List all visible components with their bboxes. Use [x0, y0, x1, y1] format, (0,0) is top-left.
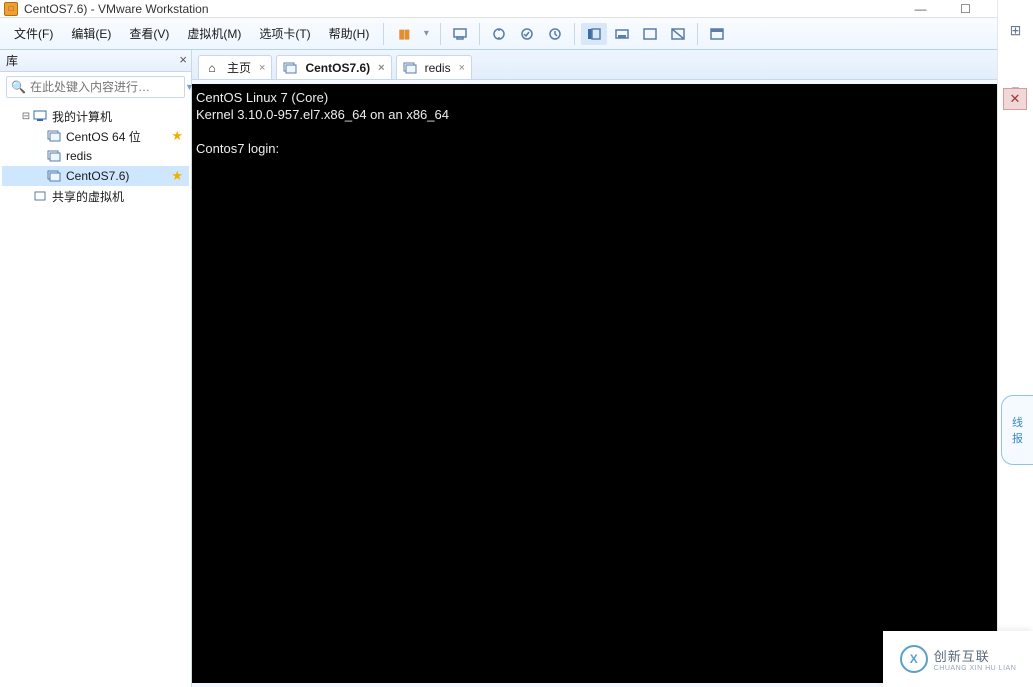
separator: [697, 23, 698, 45]
send-ctrl-alt-del-button[interactable]: [447, 23, 473, 45]
snapshot-revert-button[interactable]: [514, 23, 540, 45]
library-title: 库: [6, 52, 18, 69]
brand-name: 创新互联: [934, 646, 1017, 665]
vm-icon: [46, 129, 62, 143]
tab-close-icon[interactable]: ×: [259, 62, 265, 74]
vm-console[interactable]: CentOS Linux 7 (Core) Kernel 3.10.0-957.…: [192, 84, 1029, 683]
separator: [440, 23, 441, 45]
snapshot-manager-button[interactable]: [542, 23, 568, 45]
home-icon: ⌂: [205, 61, 219, 75]
menu-view[interactable]: 查看(V): [121, 21, 177, 46]
menu-tabs[interactable]: 选项卡(T): [251, 21, 318, 46]
window-title: CentOS7.6) - VMware Workstation: [24, 2, 209, 16]
menu-toolbar-row: 文件(F) 编辑(E) 查看(V) 虚拟机(M) 选项卡(T) 帮助(H) ▮▮…: [0, 18, 1033, 50]
library-search-input[interactable]: [30, 80, 185, 94]
vm-icon: [46, 149, 62, 163]
tree-item-label: redis: [66, 149, 92, 163]
snapshot-take-button[interactable]: [486, 23, 512, 45]
tree-item-label: CentOS 64 位: [66, 128, 141, 145]
library-panel: 库 × 🔍 ▼ ⊟ 我的计算机 CentOS 64 位 ★ redis: [0, 50, 192, 687]
tree-shared-label: 共享的虚拟机: [52, 188, 124, 205]
library-close-button[interactable]: ×: [179, 52, 187, 67]
console-line: CentOS Linux 7 (Core): [196, 90, 328, 105]
unity-button[interactable]: [665, 23, 691, 45]
tree-root-shared[interactable]: 共享的虚拟机: [2, 186, 189, 206]
tree-item-centos64[interactable]: CentOS 64 位 ★: [2, 126, 189, 146]
maximize-button[interactable]: ☐: [943, 0, 988, 18]
separator: [574, 23, 575, 45]
shared-vm-icon: [32, 189, 48, 203]
tab-label: 主页: [227, 59, 251, 76]
brand-logo-icon: X: [900, 645, 928, 673]
menu-help[interactable]: 帮助(H): [321, 21, 378, 46]
tree-root-my-computer[interactable]: ⊟ 我的计算机: [2, 106, 189, 126]
tab-centos76[interactable]: CentOS7.6) ×: [276, 55, 391, 79]
float-line: 报: [1012, 430, 1023, 446]
main-area: 库 × 🔍 ▼ ⊟ 我的计算机 CentOS 64 位 ★ redis: [0, 50, 1033, 687]
content-area: ⌂ 主页 × CentOS7.6) × redis × CentOS Linux…: [192, 50, 1033, 687]
show-library-button[interactable]: [581, 23, 607, 45]
console-line: Kernel 3.10.0-957.el7.x86_64 on an x86_6…: [196, 107, 449, 122]
menu-vm[interactable]: 虚拟机(M): [179, 21, 249, 46]
console-line: Contos7 login:: [196, 141, 279, 156]
window-titlebar: □ CentOS7.6) - VMware Workstation — ☐ ✕: [0, 0, 1033, 18]
fullscreen-button[interactable]: [637, 23, 663, 45]
outer-page-gutter: ⊞ ≡ ✕ 线 报: [997, 0, 1033, 687]
tree-root-label: 我的计算机: [52, 108, 112, 125]
minimize-button[interactable]: —: [898, 0, 943, 18]
tree-item-label: CentOS7.6): [66, 169, 129, 183]
tab-close-icon[interactable]: ×: [378, 62, 384, 74]
separator: [383, 23, 384, 45]
favorite-star-icon[interactable]: ★: [171, 168, 183, 184]
tree-item-centos76[interactable]: CentOS7.6) ★: [2, 166, 189, 186]
tab-label: CentOS7.6): [305, 61, 370, 75]
computer-icon: [32, 109, 48, 123]
pause-vm-button[interactable]: ▮▮: [390, 23, 416, 45]
tab-label: redis: [425, 61, 451, 75]
console-view-button[interactable]: [704, 23, 730, 45]
side-float-tab[interactable]: 线 报: [1001, 395, 1033, 465]
apps-grid-icon[interactable]: ⊞: [1006, 20, 1026, 40]
vm-tabs: ⌂ 主页 × CentOS7.6) × redis ×: [192, 50, 1033, 80]
tab-close-icon[interactable]: ×: [459, 62, 465, 74]
separator: [479, 23, 480, 45]
brand-watermark: X 创新互联 CHUANG XIN HU LIAN: [883, 631, 1033, 687]
vm-icon: [403, 61, 417, 75]
tab-home[interactable]: ⌂ 主页 ×: [198, 55, 272, 79]
menu-edit[interactable]: 编辑(E): [63, 21, 119, 46]
thumbnail-view-button[interactable]: [609, 23, 635, 45]
app-icon: □: [4, 2, 18, 16]
tree-item-redis[interactable]: redis: [2, 146, 189, 166]
console-wrapper: CentOS Linux 7 (Core) Kernel 3.10.0-957.…: [192, 80, 1033, 687]
brand-subtitle: CHUANG XIN HU LIAN: [934, 665, 1017, 672]
favorite-star-icon[interactable]: ★: [171, 128, 183, 144]
tab-redis[interactable]: redis ×: [396, 55, 472, 79]
search-icon: 🔍: [11, 80, 26, 94]
vm-icon: [46, 169, 62, 183]
tree-collapse-icon[interactable]: ⊟: [20, 111, 32, 122]
vm-icon: [283, 61, 297, 75]
power-dropdown[interactable]: ▾: [418, 23, 434, 45]
outer-close-button[interactable]: ✕: [1003, 88, 1027, 110]
library-header: 库 ×: [0, 50, 191, 72]
menu-file[interactable]: 文件(F): [6, 21, 61, 46]
library-tree: ⊟ 我的计算机 CentOS 64 位 ★ redis CentOS7.6) ★: [0, 102, 191, 210]
library-search[interactable]: 🔍 ▼: [6, 76, 185, 98]
float-line: 线: [1012, 414, 1023, 430]
